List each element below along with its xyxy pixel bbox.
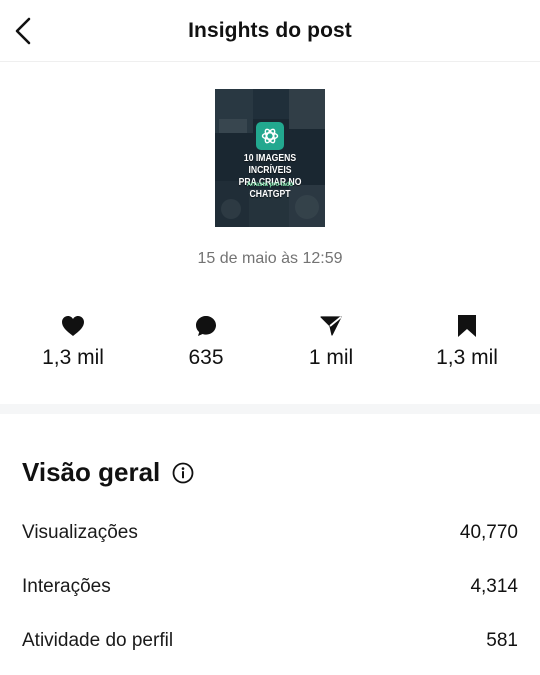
section-divider [0,404,540,414]
stats-row: 1,3 mil 635 1 mil 1,3 mil [0,312,540,382]
stat-saves-value: 1,3 mil [436,346,498,369]
stat-comments-value: 635 [188,346,224,369]
stat-saves[interactable]: 1,3 mil [402,312,532,370]
overview-row-views[interactable]: Visualizações 40,770 [22,522,518,544]
row-value: 581 [486,630,518,651]
stat-shares[interactable]: 1 mil [266,312,396,370]
chatgpt-logo-icon [256,122,284,150]
overview-row-interactions[interactable]: Interações 4,314 [22,576,518,598]
post-date: 15 de maio às 12:59 [197,250,343,267]
info-icon[interactable] [172,462,194,484]
post-thumbnail[interactable]: 10 IMAGENS INCRÍVEIS PRA CRIAR NO CHATGP… [215,89,325,227]
thumbnail-swipe-text: Arrasta pro lado [246,182,294,188]
row-value: 4,314 [470,576,518,597]
thumbnail-title-line-1: 10 IMAGENS INCRÍVEIS [243,152,297,176]
overview-title: Visão geral [22,457,161,487]
row-label: Atividade do perfil [22,630,174,651]
header-bar: Insights do post [0,0,540,62]
stat-likes-value: 1,3 mil [42,346,104,369]
overview-section-title: Visão geral [22,457,194,488]
bookmark-icon [458,315,476,337]
row-value: 40,770 [459,522,518,543]
row-label: Visualizações [22,522,138,543]
overview-row-profile-activity[interactable]: Atividade do perfil 581 [22,630,518,652]
share-icon [320,316,342,336]
page-title: Insights do post [188,19,352,42]
heart-icon [62,316,84,336]
stat-likes[interactable]: 1,3 mil [8,312,138,370]
stat-shares-value: 1 mil [308,346,354,369]
comment-icon [196,316,216,336]
thumbnail-title: 10 IMAGENS INCRÍVEIS PRA CRIAR NO CHATGP… [227,152,314,200]
thumbnail-title-line-2: PRA CRIAR NO CHATGPT [238,176,302,200]
stat-comments[interactable]: 635 [141,312,271,370]
row-label: Interações [22,576,111,597]
